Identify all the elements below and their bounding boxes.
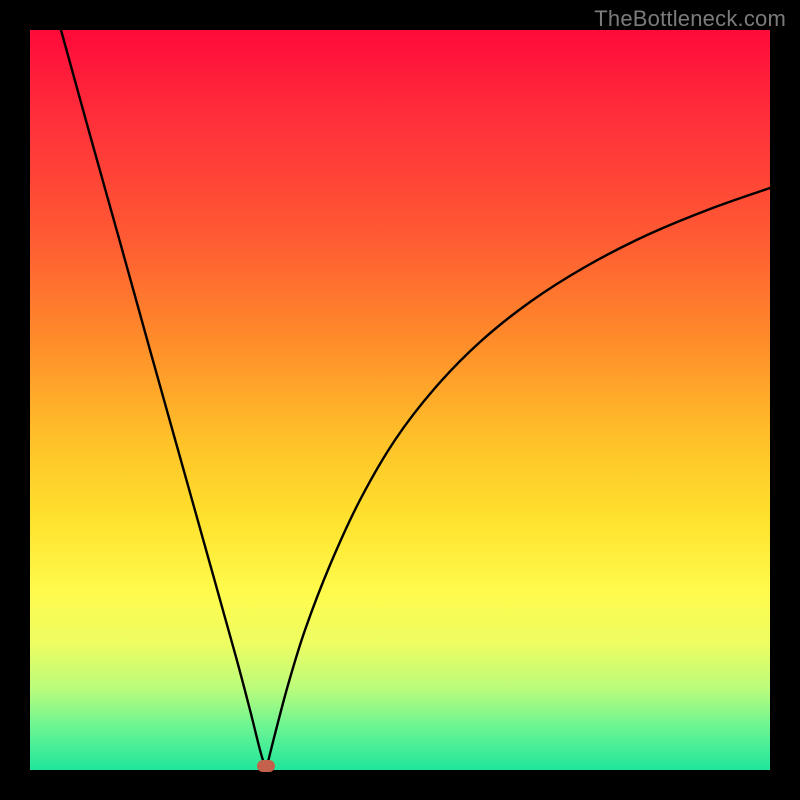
bottleneck-marker — [257, 760, 275, 772]
watermark-text: TheBottleneck.com — [594, 6, 786, 32]
curve-left-path — [61, 30, 266, 770]
chart-container: TheBottleneck.com — [0, 0, 800, 800]
plot-area — [30, 30, 770, 770]
curve-right-path — [266, 188, 770, 770]
curve-svg — [30, 30, 770, 770]
